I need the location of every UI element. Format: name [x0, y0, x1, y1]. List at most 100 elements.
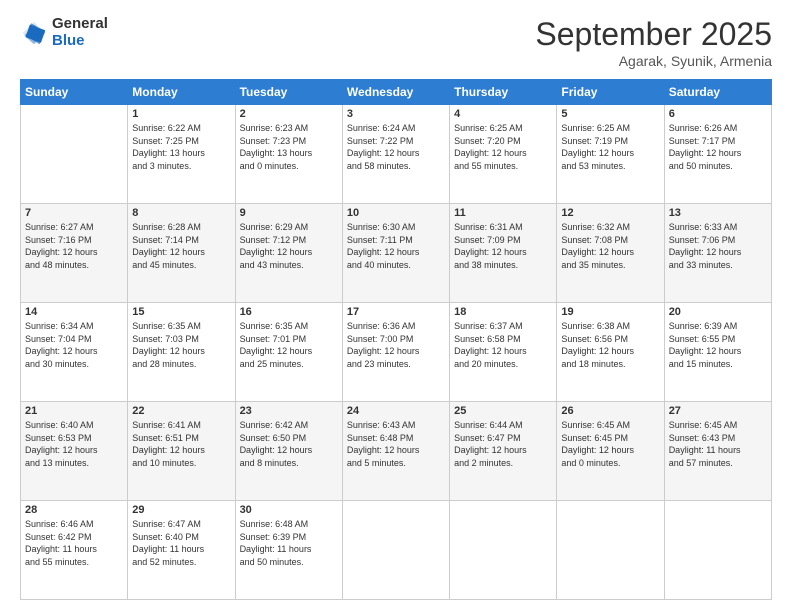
table-row: 10 Sunrise: 6:30 AM Sunset: 7:11 PM Dayli… [342, 204, 449, 303]
day-number: 22 [132, 405, 230, 417]
day-info: Sunrise: 6:25 AM Sunset: 7:20 PM Dayligh… [454, 122, 552, 172]
day-info: Sunrise: 6:36 AM Sunset: 7:00 PM Dayligh… [347, 320, 445, 370]
calendar-week-row: 7 Sunrise: 6:27 AM Sunset: 7:16 PM Daylig… [21, 204, 772, 303]
day-number: 25 [454, 405, 552, 417]
calendar-week-row: 28 Sunrise: 6:46 AM Sunset: 6:42 PM Dayli… [21, 501, 772, 600]
table-row: 30 Sunrise: 6:48 AM Sunset: 6:39 PM Dayli… [235, 501, 342, 600]
day-info: Sunrise: 6:30 AM Sunset: 7:11 PM Dayligh… [347, 221, 445, 271]
table-row: 16Sunrise: 6:35 AM Sunset: 7:01 PM Dayli… [235, 303, 342, 402]
table-row: 3 Sunrise: 6:24 AM Sunset: 7:22 PM Daylig… [342, 105, 449, 204]
day-info: Sunrise: 6:41 AM Sunset: 6:51 PM Dayligh… [132, 419, 230, 469]
day-number: 24 [347, 405, 445, 417]
header: General Blue September 2025 Agarak, Syun… [20, 16, 772, 69]
day-info: Sunrise: 6:45 AM Sunset: 6:43 PM Dayligh… [669, 419, 767, 469]
table-row: 18Sunrise: 6:37 AM Sunset: 6:58 PM Dayli… [450, 303, 557, 402]
table-row: 26Sunrise: 6:45 AM Sunset: 6:45 PM Dayli… [557, 402, 664, 501]
month-title: September 2025 [535, 16, 772, 53]
table-row: 17 Sunrise: 6:36 AM Sunset: 7:00 PM Dayli… [342, 303, 449, 402]
table-row: 12Sunrise: 6:32 AM Sunset: 7:08 PM Dayli… [557, 204, 664, 303]
day-info: Sunrise: 6:38 AM Sunset: 6:56 PM Dayligh… [561, 320, 659, 370]
day-info: Sunrise: 6:22 AM Sunset: 7:25 PM Dayligh… [132, 122, 230, 172]
header-tuesday: Tuesday [235, 80, 342, 105]
table-row: 5 Sunrise: 6:25 AM Sunset: 7:19 PM Daylig… [557, 105, 664, 204]
day-info: Sunrise: 6:28 AM Sunset: 7:14 PM Dayligh… [132, 221, 230, 271]
table-row: 22 Sunrise: 6:41 AM Sunset: 6:51 PM Dayli… [128, 402, 235, 501]
day-number: 12 [561, 207, 659, 219]
day-info: Sunrise: 6:34 AM Sunset: 7:04 PM Dayligh… [25, 320, 123, 370]
table-row [21, 105, 128, 204]
day-info: Sunrise: 6:27 AM Sunset: 7:16 PM Dayligh… [25, 221, 123, 271]
logo: General Blue [20, 16, 108, 49]
calendar-week-row: 1 Sunrise: 6:22 AM Sunset: 7:25 PM Daylig… [21, 105, 772, 204]
day-info: Sunrise: 6:35 AM Sunset: 7:01 PM Dayligh… [240, 320, 338, 370]
logo-text: General Blue [52, 16, 108, 49]
day-number: 5 [561, 108, 659, 120]
header-sunday: Sunday [21, 80, 128, 105]
day-number: 29 [132, 504, 230, 516]
table-row: 14Sunrise: 6:34 AM Sunset: 7:04 PM Dayli… [21, 303, 128, 402]
calendar-week-row: 14Sunrise: 6:34 AM Sunset: 7:04 PM Dayli… [21, 303, 772, 402]
calendar-header-row: Sunday Monday Tuesday Wednesday Thursday… [21, 80, 772, 105]
day-number: 8 [132, 207, 230, 219]
header-thursday: Thursday [450, 80, 557, 105]
day-number: 13 [669, 207, 767, 219]
day-number: 28 [25, 504, 123, 516]
calendar-table: Sunday Monday Tuesday Wednesday Thursday… [20, 79, 772, 600]
logo-icon [20, 19, 48, 47]
day-info: Sunrise: 6:31 AM Sunset: 7:09 PM Dayligh… [454, 221, 552, 271]
table-row: 9Sunrise: 6:29 AM Sunset: 7:12 PM Daylig… [235, 204, 342, 303]
day-info: Sunrise: 6:35 AM Sunset: 7:03 PM Dayligh… [132, 320, 230, 370]
table-row [342, 501, 449, 600]
table-row: 13Sunrise: 6:33 AM Sunset: 7:06 PM Dayli… [664, 204, 771, 303]
day-info: Sunrise: 6:37 AM Sunset: 6:58 PM Dayligh… [454, 320, 552, 370]
day-number: 17 [347, 306, 445, 318]
table-row: 28 Sunrise: 6:46 AM Sunset: 6:42 PM Dayli… [21, 501, 128, 600]
day-info: Sunrise: 6:48 AM Sunset: 6:39 PM Dayligh… [240, 518, 338, 568]
header-saturday: Saturday [664, 80, 771, 105]
header-friday: Friday [557, 80, 664, 105]
table-row: 15Sunrise: 6:35 AM Sunset: 7:03 PM Dayli… [128, 303, 235, 402]
table-row: 21Sunrise: 6:40 AM Sunset: 6:53 PM Dayli… [21, 402, 128, 501]
day-number: 1 [132, 108, 230, 120]
day-number: 7 [25, 207, 123, 219]
day-info: Sunrise: 6:42 AM Sunset: 6:50 PM Dayligh… [240, 419, 338, 469]
day-number: 11 [454, 207, 552, 219]
day-number: 10 [347, 207, 445, 219]
day-number: 19 [561, 306, 659, 318]
logo-blue-text: Blue [52, 33, 108, 50]
day-info: Sunrise: 6:24 AM Sunset: 7:22 PM Dayligh… [347, 122, 445, 172]
calendar-week-row: 21Sunrise: 6:40 AM Sunset: 6:53 PM Dayli… [21, 402, 772, 501]
day-number: 20 [669, 306, 767, 318]
day-number: 9 [240, 207, 338, 219]
day-number: 30 [240, 504, 338, 516]
day-number: 27 [669, 405, 767, 417]
table-row: 19 Sunrise: 6:38 AM Sunset: 6:56 PM Dayli… [557, 303, 664, 402]
table-row: 27 Sunrise: 6:45 AM Sunset: 6:43 PM Dayli… [664, 402, 771, 501]
table-row: 8 Sunrise: 6:28 AM Sunset: 7:14 PM Daylig… [128, 204, 235, 303]
table-row: 11 Sunrise: 6:31 AM Sunset: 7:09 PM Dayli… [450, 204, 557, 303]
table-row: 25 Sunrise: 6:44 AM Sunset: 6:47 PM Dayli… [450, 402, 557, 501]
day-info: Sunrise: 6:47 AM Sunset: 6:40 PM Dayligh… [132, 518, 230, 568]
day-info: Sunrise: 6:44 AM Sunset: 6:47 PM Dayligh… [454, 419, 552, 469]
table-row [664, 501, 771, 600]
page: General Blue September 2025 Agarak, Syun… [0, 0, 792, 612]
day-info: Sunrise: 6:43 AM Sunset: 6:48 PM Dayligh… [347, 419, 445, 469]
table-row: 29 Sunrise: 6:47 AM Sunset: 6:40 PM Dayli… [128, 501, 235, 600]
day-number: 2 [240, 108, 338, 120]
day-info: Sunrise: 6:40 AM Sunset: 6:53 PM Dayligh… [25, 419, 123, 469]
day-info: Sunrise: 6:46 AM Sunset: 6:42 PM Dayligh… [25, 518, 123, 568]
day-info: Sunrise: 6:39 AM Sunset: 6:55 PM Dayligh… [669, 320, 767, 370]
table-row: 23 Sunrise: 6:42 AM Sunset: 6:50 PM Dayli… [235, 402, 342, 501]
title-block: September 2025 Agarak, Syunik, Armenia [535, 16, 772, 69]
location-subtitle: Agarak, Syunik, Armenia [535, 53, 772, 69]
day-number: 6 [669, 108, 767, 120]
day-number: 3 [347, 108, 445, 120]
table-row: 24 Sunrise: 6:43 AM Sunset: 6:48 PM Dayli… [342, 402, 449, 501]
day-info: Sunrise: 6:26 AM Sunset: 7:17 PM Dayligh… [669, 122, 767, 172]
day-number: 23 [240, 405, 338, 417]
table-row [450, 501, 557, 600]
table-row: 1 Sunrise: 6:22 AM Sunset: 7:25 PM Daylig… [128, 105, 235, 204]
table-row [557, 501, 664, 600]
day-info: Sunrise: 6:25 AM Sunset: 7:19 PM Dayligh… [561, 122, 659, 172]
day-info: Sunrise: 6:23 AM Sunset: 7:23 PM Dayligh… [240, 122, 338, 172]
